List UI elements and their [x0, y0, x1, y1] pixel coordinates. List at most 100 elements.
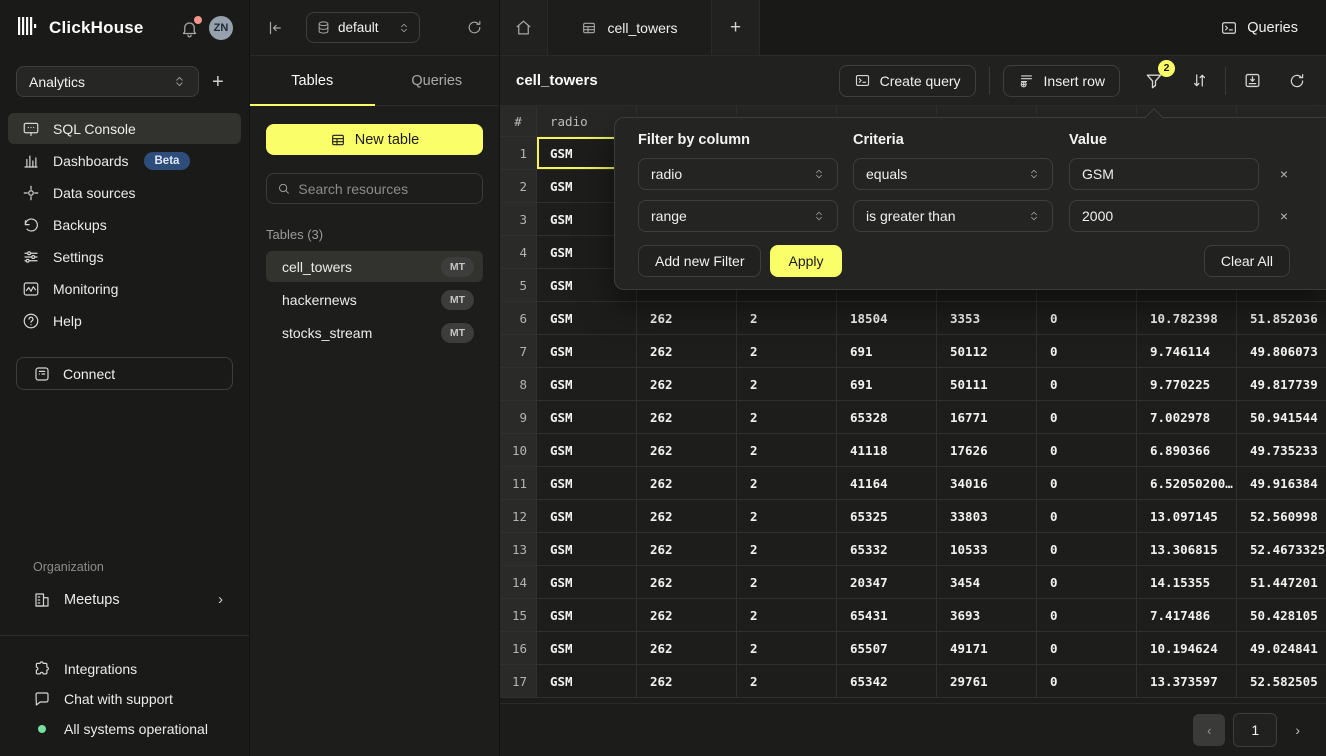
remove-filter-icon[interactable]: × — [1269, 166, 1299, 182]
refresh-tables-icon[interactable] — [466, 19, 483, 36]
filter-value-input[interactable] — [1069, 200, 1259, 232]
table-cell[interactable]: 2 — [737, 566, 837, 599]
insert-row-button[interactable]: Insert row — [1003, 65, 1120, 97]
table-cell[interactable]: 49.916384 — [1237, 467, 1326, 500]
table-cell[interactable]: 0 — [1037, 434, 1137, 467]
sort-button[interactable] — [1186, 68, 1212, 94]
table-cell[interactable]: 2 — [737, 665, 837, 698]
table-list-item-cell-towers[interactable]: cell_towers MT — [266, 251, 483, 282]
sidebar-item-dashboards[interactable]: Dashboards Beta — [8, 145, 241, 176]
document-tab-cell-towers[interactable]: cell_towers — [548, 0, 712, 55]
table-list-item-hackernews[interactable]: hackernews MT — [266, 284, 483, 315]
table-cell[interactable]: 2 — [737, 467, 837, 500]
table-cell[interactable]: 262 — [637, 335, 737, 368]
table-cell[interactable]: 65325 — [837, 500, 937, 533]
table-cell[interactable]: 41118 — [837, 434, 937, 467]
table-cell[interactable]: 51.447201 — [1237, 566, 1326, 599]
table-cell[interactable]: 262 — [637, 302, 737, 335]
table-cell[interactable]: 2 — [737, 599, 837, 632]
table-cell[interactable]: GSM — [537, 434, 637, 467]
table-cell[interactable]: 50112 — [937, 335, 1037, 368]
sidebar-item-chat-support[interactable]: Chat with support — [0, 684, 249, 714]
table-cell[interactable]: 3693 — [937, 599, 1037, 632]
table-cell[interactable]: 0 — [1037, 467, 1137, 500]
collapse-panel-icon[interactable] — [266, 19, 284, 37]
new-table-button[interactable]: New table — [266, 124, 483, 155]
table-cell[interactable]: GSM — [537, 302, 637, 335]
table-cell[interactable]: 34016 — [937, 467, 1037, 500]
table-cell[interactable]: 262 — [637, 632, 737, 665]
table-cell[interactable]: 0 — [1037, 368, 1137, 401]
table-cell[interactable]: 41164 — [837, 467, 937, 500]
table-cell[interactable]: 0 — [1037, 599, 1137, 632]
table-cell[interactable]: GSM — [537, 401, 637, 434]
table-cell[interactable]: 262 — [637, 665, 737, 698]
current-page-indicator[interactable]: 1 — [1233, 713, 1277, 747]
table-cell[interactable]: 2 — [737, 401, 837, 434]
table-cell[interactable]: 52.4673325 — [1237, 533, 1326, 566]
table-cell[interactable]: 7.417486 — [1137, 599, 1237, 632]
table-cell[interactable]: 2 — [737, 335, 837, 368]
table-cell[interactable]: 49.735233 — [1237, 434, 1326, 467]
table-cell[interactable]: 65332 — [837, 533, 937, 566]
table-cell[interactable]: 262 — [637, 533, 737, 566]
new-tab-button[interactable]: + — [712, 0, 760, 55]
table-cell[interactable]: 50.428105 — [1237, 599, 1326, 632]
table-cell[interactable]: GSM — [537, 335, 637, 368]
filter-criteria-select[interactable]: is greater than — [853, 200, 1053, 232]
table-cell[interactable]: 262 — [637, 467, 737, 500]
table-cell[interactable]: 2 — [737, 302, 837, 335]
download-button[interactable] — [1239, 68, 1265, 94]
table-cell[interactable]: 7.002978 — [1137, 401, 1237, 434]
table-cell[interactable]: GSM — [537, 599, 637, 632]
table-cell[interactable]: 50111 — [937, 368, 1037, 401]
table-cell[interactable]: 52.582505 — [1237, 665, 1326, 698]
queries-button[interactable]: Queries — [1220, 0, 1298, 55]
table-cell[interactable]: 0 — [1037, 533, 1137, 566]
table-cell[interactable]: 20347 — [837, 566, 937, 599]
table-cell[interactable]: 65328 — [837, 401, 937, 434]
table-cell[interactable]: 50.941544 — [1237, 401, 1326, 434]
table-cell[interactable]: 9.746114 — [1137, 335, 1237, 368]
sidebar-item-backups[interactable]: Backups — [8, 209, 241, 240]
sidebar-item-monitoring[interactable]: Monitoring — [8, 273, 241, 304]
search-input[interactable] — [298, 181, 472, 197]
sidebar-item-settings[interactable]: Settings — [8, 241, 241, 272]
table-cell[interactable]: 0 — [1037, 566, 1137, 599]
notifications-bell-icon[interactable] — [180, 19, 199, 38]
table-cell[interactable]: 0 — [1037, 500, 1137, 533]
table-cell[interactable]: 13.373597 — [1137, 665, 1237, 698]
table-cell[interactable]: 13.306815 — [1137, 533, 1237, 566]
table-cell[interactable]: 14.15355 — [1137, 566, 1237, 599]
table-cell[interactable]: 9.770225 — [1137, 368, 1237, 401]
sidebar-item-sql-console[interactable]: SQL Console — [8, 113, 241, 144]
table-cell[interactable]: 33803 — [937, 500, 1037, 533]
table-cell[interactable]: 691 — [837, 368, 937, 401]
table-cell[interactable]: 262 — [637, 566, 737, 599]
table-cell[interactable]: 6.890366 — [1137, 434, 1237, 467]
remove-filter-icon[interactable]: × — [1269, 208, 1299, 224]
table-cell[interactable]: 10533 — [937, 533, 1037, 566]
table-cell[interactable]: 262 — [637, 434, 737, 467]
home-button[interactable] — [500, 0, 548, 55]
table-cell[interactable]: GSM — [537, 467, 637, 500]
table-cell[interactable]: GSM — [537, 566, 637, 599]
refresh-button[interactable] — [1284, 68, 1310, 94]
avatar[interactable]: ZN — [209, 16, 233, 40]
table-cell[interactable]: 0 — [1037, 401, 1137, 434]
add-workspace-button[interactable]: + — [212, 72, 224, 92]
table-cell[interactable]: 3353 — [937, 302, 1037, 335]
table-cell[interactable]: 0 — [1037, 335, 1137, 368]
table-cell[interactable]: 13.097145 — [1137, 500, 1237, 533]
table-cell[interactable]: 2 — [737, 533, 837, 566]
sidebar-item-integrations[interactable]: Integrations — [0, 654, 249, 684]
table-cell[interactable]: 262 — [637, 500, 737, 533]
tab-tables[interactable]: Tables — [250, 56, 375, 105]
table-cell[interactable]: 49.817739 — [1237, 368, 1326, 401]
table-cell[interactable]: 52.560998 — [1237, 500, 1326, 533]
filter-column-select[interactable]: radio — [638, 158, 838, 190]
filter-button[interactable]: 2 — [1141, 68, 1167, 94]
table-cell[interactable]: 49.024841 — [1237, 632, 1326, 665]
table-cell[interactable]: 3454 — [937, 566, 1037, 599]
table-cell[interactable]: GSM — [537, 533, 637, 566]
